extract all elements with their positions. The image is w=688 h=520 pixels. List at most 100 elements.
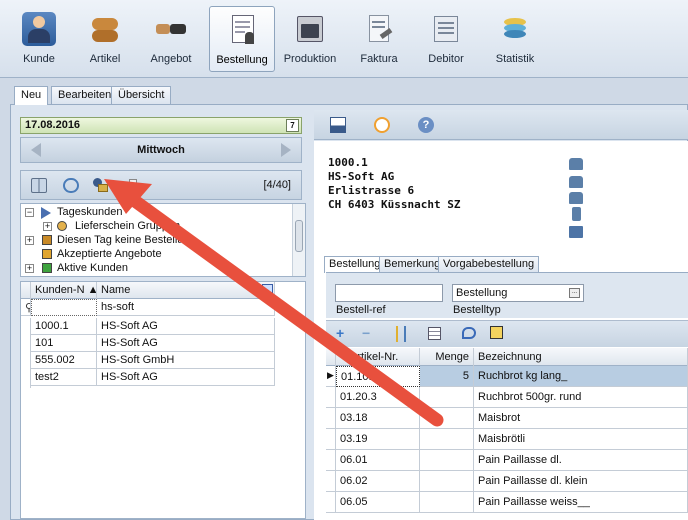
- columns-icon[interactable]: [31, 178, 47, 193]
- order-form: Bestell-ref Bestellung ... Bestelltyp: [326, 272, 688, 318]
- table-cell[interactable]: Maisbrot: [474, 408, 688, 429]
- table-cell[interactable]: Maisbrötli: [474, 429, 688, 450]
- table-cell[interactable]: 101: [31, 335, 97, 352]
- table-cell[interactable]: Pain Paillasse dl. klein: [474, 471, 688, 492]
- tab-bearbeiten[interactable]: Bearbeiten: [51, 86, 119, 104]
- expand-icon[interactable]: +: [25, 236, 34, 245]
- table-cell[interactable]: [420, 450, 474, 471]
- phone-icon[interactable]: [569, 176, 583, 188]
- table-cell[interactable]: [420, 492, 474, 513]
- table-cell[interactable]: [420, 429, 474, 450]
- subtab-vorgabebestellung[interactable]: Vorgabebestellung: [438, 256, 540, 272]
- refresh-icon[interactable]: [63, 178, 79, 193]
- ribbon-faktura-button[interactable]: Faktura: [346, 6, 412, 72]
- print-icon[interactable]: [125, 178, 141, 193]
- table-cell[interactable]: 5: [420, 366, 474, 387]
- green-square-icon: [42, 263, 52, 273]
- filter-name-input[interactable]: hs-soft: [97, 299, 275, 316]
- bestelltyp-value: Bestellung: [456, 287, 508, 299]
- ribbon-label: Produktion: [283, 53, 337, 65]
- date-field[interactable]: 17.08.2016 7: [20, 117, 302, 134]
- address-line: HS-Soft AG: [328, 170, 395, 183]
- record-counter: [4/40]: [263, 179, 291, 191]
- ribbon-bestellung-button[interactable]: Bestellung: [209, 6, 275, 72]
- col-name[interactable]: Name: [97, 282, 275, 299]
- order-grid: Artikel-Nr. Menge Bezeichnung ▶ 01.10.3 5 R…: [326, 348, 688, 520]
- table-cell[interactable]: 555.002: [31, 352, 97, 369]
- expand-icon[interactable]: +: [25, 264, 34, 273]
- copy-icon[interactable]: [490, 326, 503, 339]
- tab-neu[interactable]: Neu: [14, 86, 49, 105]
- bread-icon: [88, 12, 122, 46]
- yellow-square-icon: [42, 249, 52, 259]
- phone-icon[interactable]: [569, 158, 583, 170]
- filter-kunden-input[interactable]: [31, 299, 97, 316]
- filter-icon[interactable]: [262, 284, 273, 295]
- ribbon-label: Bestellung: [216, 54, 268, 66]
- help-icon[interactable]: ?: [418, 117, 434, 133]
- add-row-icon[interactable]: +: [336, 326, 352, 342]
- address-line: CH 6403 Küssnacht SZ: [328, 198, 461, 211]
- phone-icon[interactable]: [569, 192, 583, 204]
- save-icon[interactable]: [330, 117, 346, 133]
- table-cell[interactable]: 1000.1: [31, 318, 97, 335]
- bestell-ref-label: Bestell-ref: [336, 304, 386, 316]
- collapse-icon[interactable]: −: [25, 208, 34, 217]
- table-cell[interactable]: [420, 471, 474, 492]
- fax-icon[interactable]: [569, 226, 583, 238]
- table-cell[interactable]: Pain Paillasse dl.: [474, 450, 688, 471]
- ribbon-label: Artikel: [89, 53, 121, 65]
- tree-scrollbar[interactable]: [292, 204, 305, 276]
- bestelltyp-select[interactable]: Bestellung ...: [452, 284, 584, 302]
- undo-icon[interactable]: [462, 327, 476, 339]
- table-cell[interactable]: [420, 387, 474, 408]
- ribbon-statistik-button[interactable]: Statistik: [482, 6, 548, 72]
- table-cell[interactable]: 06.02: [336, 471, 420, 492]
- comment-icon[interactable]: [374, 117, 390, 133]
- col-artikel-nr[interactable]: Artikel-Nr.: [336, 348, 420, 366]
- table-cell[interactable]: Ruchbrot 500gr. rund: [474, 387, 688, 408]
- ribbon-kunde-button[interactable]: Kunde: [6, 6, 72, 72]
- next-day-arrow-icon[interactable]: [281, 143, 291, 157]
- table-cell[interactable]: 06.01: [336, 450, 420, 471]
- row-indicator: [326, 471, 336, 492]
- table-cell[interactable]: test2: [31, 369, 97, 386]
- col-kunden-nr[interactable]: Kunden-N ▲: [31, 282, 97, 299]
- debitor-icon: [429, 12, 463, 46]
- ribbon-angebot-button[interactable]: Angebot: [138, 6, 204, 72]
- dropdown-icon[interactable]: ...: [569, 288, 580, 298]
- table-cell[interactable]: HS-Soft AG: [97, 318, 275, 335]
- customer-search-icon[interactable]: [93, 178, 109, 193]
- order-document-icon: [225, 13, 259, 47]
- row-indicator: ▶: [326, 366, 336, 387]
- customer-icon: [22, 12, 56, 46]
- table-cell[interactable]: 06.05: [336, 492, 420, 513]
- ribbon-produktion-button[interactable]: Produktion: [277, 6, 343, 72]
- subtab-bestellung[interactable]: Bestellung: [324, 256, 386, 273]
- table-cell[interactable]: 01.10.3: [336, 366, 420, 387]
- subtab-bemerkung[interactable]: Bemerkung: [379, 256, 446, 272]
- remove-row-icon[interactable]: −: [362, 326, 378, 342]
- scroll-thumb[interactable]: [295, 220, 303, 252]
- row-indicator: [326, 387, 336, 408]
- bestell-ref-input[interactable]: [335, 284, 443, 302]
- table-cell[interactable]: 03.19: [336, 429, 420, 450]
- table-cell[interactable]: HS-Soft AG: [97, 369, 275, 386]
- table-cell[interactable]: HS-Soft AG: [97, 335, 275, 352]
- table-icon[interactable]: [428, 327, 441, 340]
- col-menge[interactable]: Menge: [420, 348, 474, 366]
- mobile-icon[interactable]: [572, 207, 581, 221]
- tab-uebersicht[interactable]: Übersicht: [111, 86, 172, 104]
- table-cell[interactable]: HS-Soft GmbH: [97, 352, 275, 369]
- sort-icon[interactable]: [396, 326, 406, 342]
- calendar-icon[interactable]: 7: [286, 119, 299, 132]
- col-bezeichnung[interactable]: Bezeichnung: [474, 348, 688, 366]
- ribbon-debitor-button[interactable]: Debitor: [413, 6, 479, 72]
- table-cell[interactable]: [420, 408, 474, 429]
- table-cell[interactable]: 01.20.3: [336, 387, 420, 408]
- table-cell[interactable]: Pain Paillasse weiss__: [474, 492, 688, 513]
- expand-icon[interactable]: +: [43, 222, 52, 231]
- table-cell[interactable]: 03.18: [336, 408, 420, 429]
- ribbon-artikel-button[interactable]: Artikel: [72, 6, 138, 72]
- table-cell[interactable]: Ruchbrot kg lang_: [474, 366, 688, 387]
